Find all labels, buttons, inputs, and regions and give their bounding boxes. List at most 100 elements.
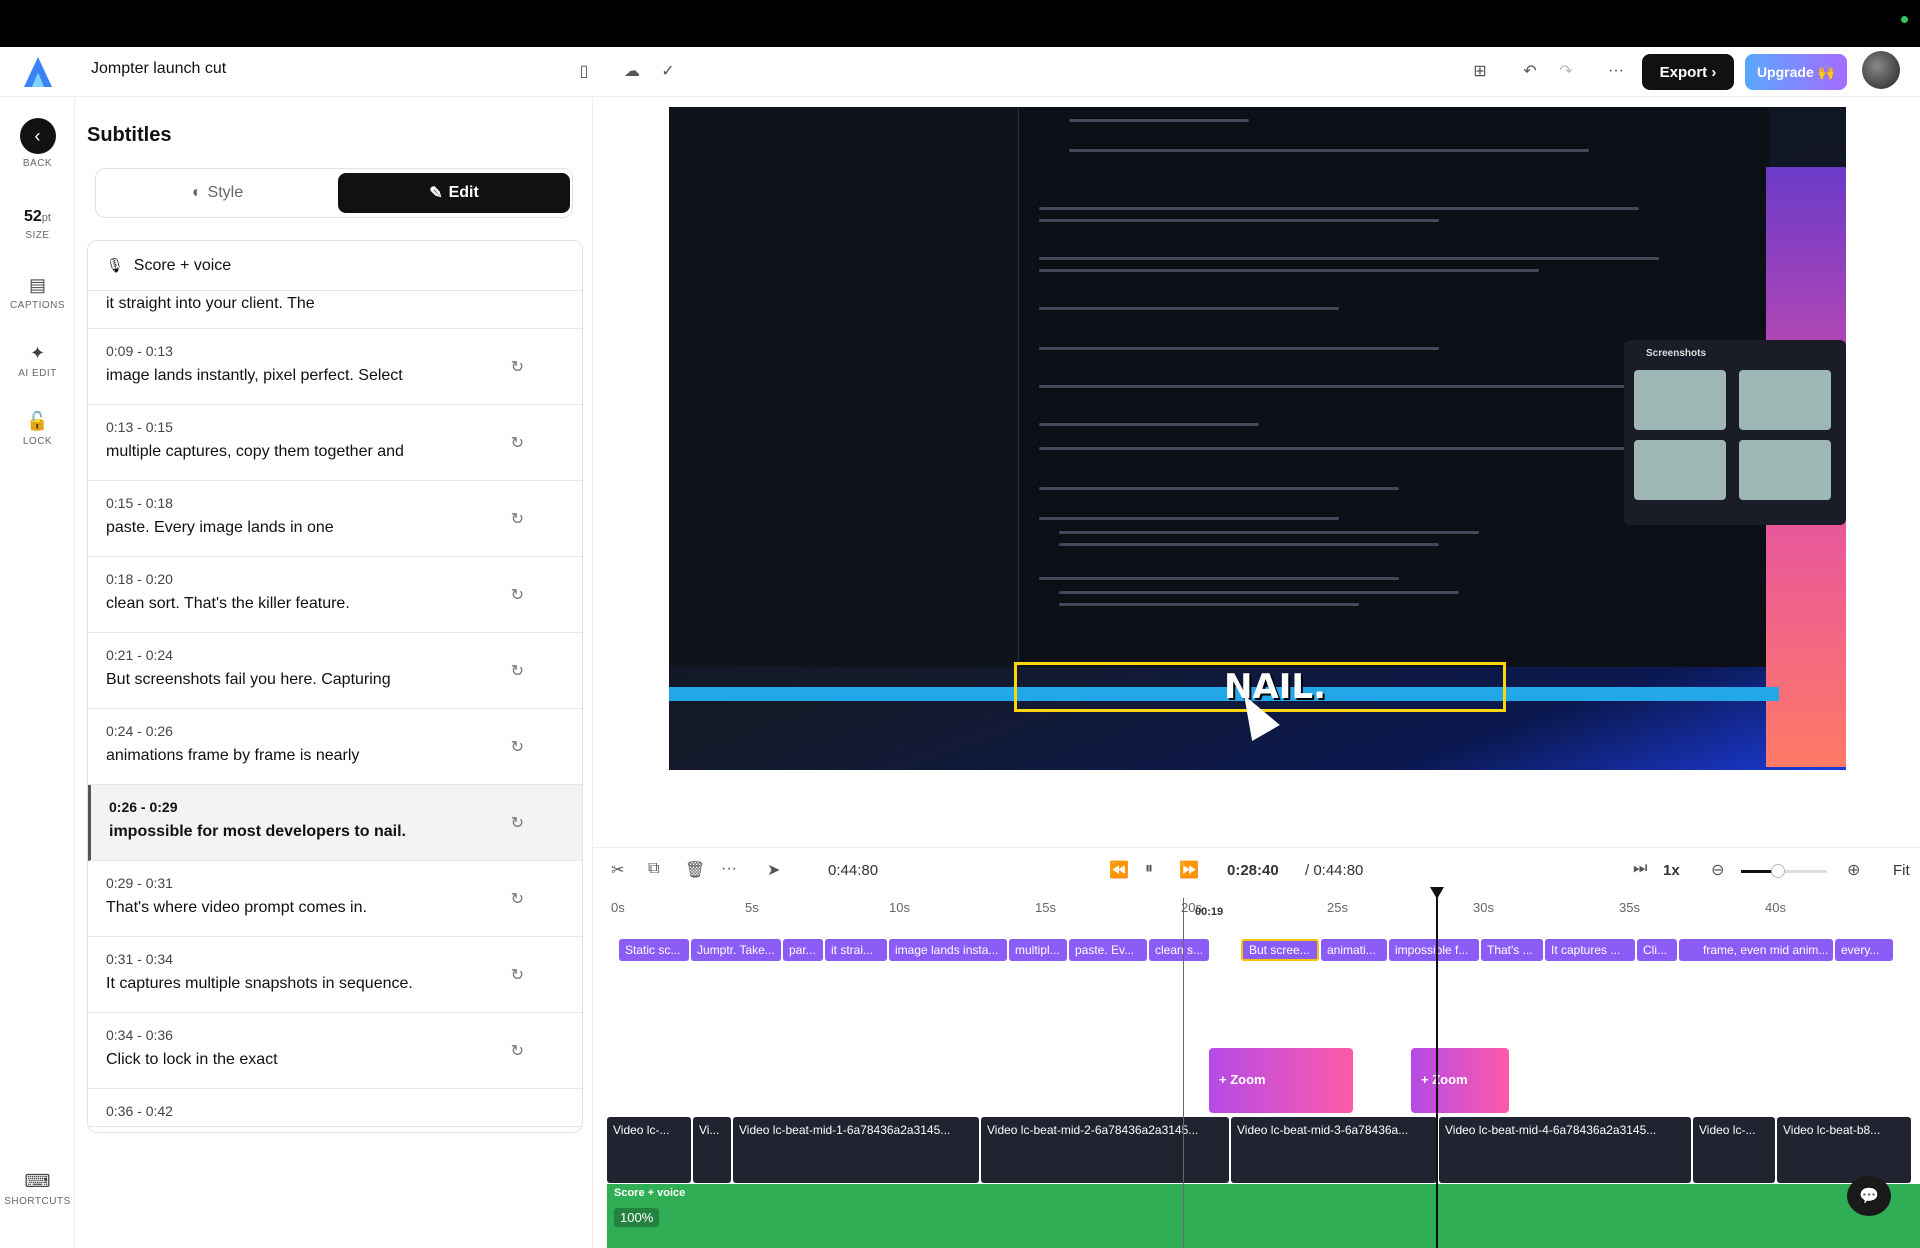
regenerate-icon[interactable]: ↻: [511, 585, 524, 605]
video-clip[interactable]: Video lc-beat-b8...: [1777, 1117, 1911, 1183]
upgrade-button[interactable]: Upgrade 🙌: [1745, 54, 1847, 90]
scissors-icon[interactable]: ✂: [611, 860, 624, 880]
fast-forward-icon[interactable]: ⏩: [1179, 860, 1199, 880]
list-item-active[interactable]: 0:26 - 0:29 impossible for most developer…: [88, 785, 582, 861]
system-top-bar: [0, 0, 1920, 47]
list-item[interactable]: 0:15 - 0:18 paste. Every image lands in o…: [88, 481, 582, 557]
caption-chip[interactable]: Static sc...: [619, 939, 689, 961]
trash-icon[interactable]: 🗑: [685, 860, 705, 880]
size-control[interactable]: 52pt SIZE: [0, 208, 75, 241]
video-clip[interactable]: Video lc-...: [1693, 1117, 1775, 1183]
list-item[interactable]: 0:13 - 0:15 multiple captures, copy them …: [88, 405, 582, 481]
project-title[interactable]: Jompter launch cut: [91, 60, 226, 78]
list-item[interactable]: 0:18 - 0:20 clean sort. That's the killer…: [88, 557, 582, 633]
tab-edit[interactable]: ✎ Edit: [338, 173, 570, 213]
list-item[interactable]: 0:24 - 0:26 animations frame by frame is …: [88, 709, 582, 785]
caption-chip[interactable]: frame, even mid anim...: [1679, 939, 1833, 961]
list-item[interactable]: 0:34 - 0:36 Click to lock in the exact ↻: [88, 1013, 582, 1089]
subtitle-text[interactable]: animations frame by frame is nearly: [106, 747, 564, 765]
video-clip[interactable]: Video lc-...: [607, 1117, 691, 1183]
redo-icon[interactable]: ↷: [1554, 59, 1578, 83]
list-item[interactable]: it straight into your client. The: [88, 291, 582, 329]
sidebar-toggle-icon[interactable]: ▯: [572, 59, 596, 83]
app-logo-icon[interactable]: [22, 55, 54, 89]
video-frame[interactable]: Screenshots NAIL.: [669, 107, 1846, 770]
caption-chip[interactable]: animati...: [1321, 939, 1387, 961]
more-icon[interactable]: ···: [721, 860, 737, 878]
regenerate-icon[interactable]: ↻: [511, 1041, 524, 1061]
caption-chip[interactable]: impossible f...: [1389, 939, 1479, 961]
caption-chip-selected[interactable]: But scree...: [1241, 939, 1319, 961]
audio-track[interactable]: [607, 1184, 1920, 1248]
zoom-clip[interactable]: + Zoom: [1209, 1048, 1353, 1113]
add-frame-icon[interactable]: ⊞: [1468, 59, 1492, 83]
subtitle-text[interactable]: Click to lock in the exact: [106, 1051, 564, 1069]
playhead[interactable]: [1436, 893, 1438, 1248]
caption-chip[interactable]: paste. Ev...: [1069, 939, 1147, 961]
avatar[interactable]: [1862, 51, 1900, 89]
subtitle-text[interactable]: image lands instantly, pixel perfect. Se…: [106, 367, 564, 385]
back-button[interactable]: ‹ BACK: [0, 118, 75, 169]
subtitle-text[interactable]: It captures multiple snapshots in sequen…: [106, 975, 564, 993]
cloud-icon[interactable]: ☁: [620, 59, 644, 83]
export-button[interactable]: Export ›: [1642, 54, 1734, 90]
subtitle-text[interactable]: it straight into your client. The: [106, 295, 564, 313]
list-item[interactable]: 0:31 - 0:34 It captures multiple snapshot…: [88, 937, 582, 1013]
regenerate-icon[interactable]: ↻: [511, 965, 524, 985]
caption-chip[interactable]: multipl...: [1009, 939, 1067, 961]
subtitle-text[interactable]: But screenshots fail you here. Capturing: [106, 671, 564, 689]
video-clip[interactable]: Video lc-beat-mid-3-6a78436a...: [1231, 1117, 1437, 1183]
list-item[interactable]: 0:09 - 0:13 image lands instantly, pixel …: [88, 329, 582, 405]
subtitle-text[interactable]: clean sort. That's the killer feature.: [106, 595, 564, 613]
caption-chip[interactable]: every...: [1835, 939, 1893, 961]
audio-volume[interactable]: 100%: [614, 1208, 660, 1227]
rewind-icon[interactable]: ⏪: [1109, 860, 1129, 880]
zoom-in-icon[interactable]: ⊕: [1847, 860, 1860, 880]
list-item[interactable]: 0:36 - 0:42: [88, 1089, 582, 1127]
caption-chip[interactable]: It captures ...: [1545, 939, 1635, 961]
video-clip[interactable]: Vi...: [693, 1117, 731, 1183]
video-clip[interactable]: Video lc-beat-mid-1-6a78436a2a3145...: [733, 1117, 979, 1183]
pause-icon[interactable]: ⏸: [1145, 860, 1153, 878]
lock-button[interactable]: 🔓 LOCK: [0, 411, 75, 447]
track-header[interactable]: 🎙 Score + voice: [88, 241, 582, 291]
speed-icon[interactable]: ⏭: [1633, 860, 1647, 878]
regenerate-icon[interactable]: ↻: [511, 357, 524, 377]
more-icon[interactable]: ···: [1604, 59, 1628, 83]
ai-edit-button[interactable]: ✦ AI EDIT: [0, 343, 75, 379]
regenerate-icon[interactable]: ↻: [511, 737, 524, 757]
caption-chip[interactable]: it strai...: [825, 939, 887, 961]
subtitle-text[interactable]: multiple captures, copy them together an…: [106, 443, 564, 461]
caption-chip[interactable]: Cli...: [1637, 939, 1677, 961]
fit-button[interactable]: Fit: [1893, 862, 1910, 879]
caption-chip[interactable]: par...: [783, 939, 823, 961]
select-pointer-icon[interactable]: ➤: [767, 860, 780, 880]
regenerate-icon[interactable]: ↻: [511, 813, 524, 833]
check-circle-icon[interactable]: ✓: [656, 59, 680, 83]
zoom-slider[interactable]: [1741, 864, 1827, 878]
regenerate-icon[interactable]: ↻: [511, 889, 524, 909]
regenerate-icon[interactable]: ↻: [511, 433, 524, 453]
chat-icon[interactable]: 💬: [1847, 1176, 1891, 1216]
duplicate-icon[interactable]: ⧉: [648, 860, 659, 878]
caption-chip[interactable]: image lands insta...: [889, 939, 1007, 961]
video-clip[interactable]: Video lc-beat-mid-2-6a78436a2a3145...: [981, 1117, 1229, 1183]
subtitle-text[interactable]: paste. Every image lands in one: [106, 519, 564, 537]
undo-icon[interactable]: ↶: [1518, 59, 1542, 83]
zoom-clip[interactable]: + Zoom: [1411, 1048, 1509, 1113]
video-clip[interactable]: Video lc-beat-mid-4-6a78436a2a3145...: [1439, 1117, 1691, 1183]
regenerate-icon[interactable]: ↻: [511, 509, 524, 529]
speed-value[interactable]: 1x: [1663, 862, 1680, 879]
caption-chip[interactable]: Jumptr. Take...: [691, 939, 781, 961]
list-item[interactable]: 0:21 - 0:24 But screenshots fail you here…: [88, 633, 582, 709]
tab-style[interactable]: ◐ Style: [100, 173, 335, 213]
caption-chip[interactable]: clean s...: [1149, 939, 1209, 961]
regenerate-icon[interactable]: ↻: [511, 661, 524, 681]
captions-button[interactable]: ▤ CAPTIONS: [0, 275, 75, 311]
subtitle-text[interactable]: impossible for most developers to nail.: [109, 823, 564, 841]
list-item[interactable]: 0:29 - 0:31 That's where video prompt com…: [88, 861, 582, 937]
caption-chip[interactable]: That's ...: [1481, 939, 1543, 961]
zoom-out-icon[interactable]: ⊖: [1711, 860, 1724, 880]
subtitle-text[interactable]: That's where video prompt comes in.: [106, 899, 564, 917]
shortcuts-button[interactable]: ⌨ SHORTCUTS: [0, 1171, 75, 1207]
